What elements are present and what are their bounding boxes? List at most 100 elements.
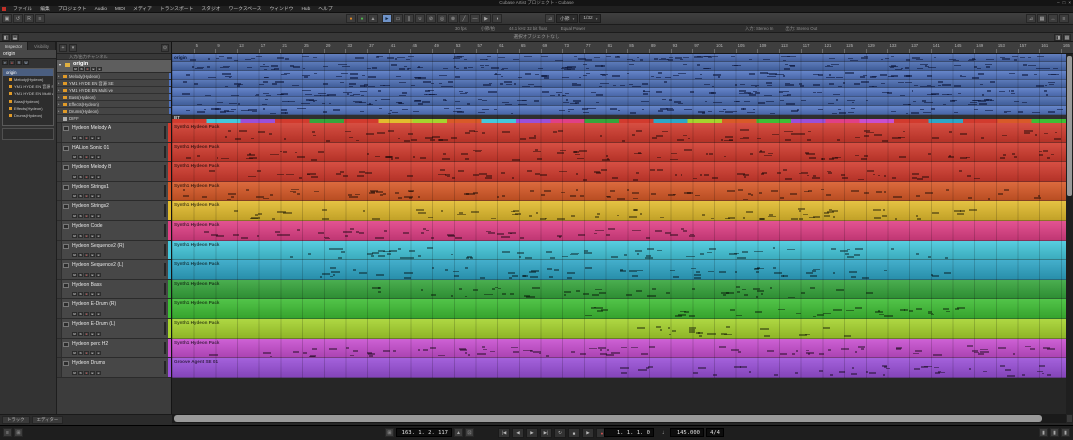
edit-channel-button[interactable]: e	[96, 371, 101, 375]
lower-zone-tab-0[interactable]: トラック	[2, 416, 30, 424]
track-drag-handle[interactable]	[57, 339, 62, 358]
snap-toggle-icon[interactable]: ⊿	[1026, 14, 1036, 23]
audio-activity-indicator[interactable]: ▮	[1061, 428, 1070, 437]
search-icon[interactable]: ⊙	[161, 44, 169, 52]
edit-channel-button[interactable]: e	[96, 155, 101, 159]
midi-clip-3[interactable]: Synth1 Hydeon Pack	[172, 162, 1066, 182]
quantize-dropdown[interactable]: 1/32▾	[579, 14, 601, 23]
menu-item-2[interactable]: プロジェクト	[54, 6, 91, 13]
track-drag-handle[interactable]	[57, 280, 62, 299]
mute-button[interactable]: M	[72, 234, 77, 238]
solo-button[interactable]: S	[78, 194, 83, 198]
record-enable-button[interactable]: ●	[84, 312, 89, 316]
edit-channel-button[interactable]: e	[96, 332, 101, 336]
expand-icon[interactable]: ▸	[58, 81, 60, 85]
midi-clip-13[interactable]: Groove Agent SE 01	[172, 358, 1066, 378]
solo-button[interactable]: S	[78, 214, 83, 218]
menu-item-0[interactable]: ファイル	[9, 6, 36, 13]
solo-button[interactable]: S	[78, 175, 83, 179]
mute-button[interactable]: M	[72, 175, 77, 179]
mute-button[interactable]: M	[72, 312, 77, 316]
record-enable-button[interactable]: ●	[84, 234, 89, 238]
punch-icon[interactable]: ⊞	[385, 428, 394, 437]
midi-out-indicator[interactable]: ▮	[1050, 428, 1059, 437]
tree-item-1[interactable]: YM1 HYDE EN 音源 SE	[3, 83, 53, 90]
menu-item-3[interactable]: Audio	[91, 6, 111, 13]
midi-clip-7[interactable]: Synth1 Hydeon Pack	[172, 241, 1066, 261]
record-enable-button[interactable]: ●	[84, 155, 89, 159]
write-automation-icon[interactable]: W	[23, 60, 29, 65]
monitor-button[interactable]: ▸	[90, 332, 95, 336]
record-enable-button[interactable]: ●	[84, 253, 89, 257]
record-enable-button[interactable]: ●	[84, 332, 89, 336]
monitor-button[interactable]: ▸	[90, 175, 95, 179]
cycle-button[interactable]: ↻	[554, 428, 566, 438]
menu-item-4[interactable]: MIDI	[111, 6, 129, 13]
solo-button[interactable]: S	[78, 371, 83, 375]
tab-inspector[interactable]: Inspector	[0, 42, 28, 50]
mute-button[interactable]: M	[72, 351, 77, 355]
mute-button[interactable]: M	[72, 273, 77, 277]
track-drag-handle[interactable]	[57, 201, 62, 220]
monitor-button[interactable]: ▸	[90, 234, 95, 238]
inspector-track-header[interactable]: origin	[0, 50, 56, 59]
erase-tool[interactable]: ⊘	[426, 14, 436, 23]
tree-item-0[interactable]: Melody(Hydeon)	[3, 76, 53, 83]
midi-clip-11[interactable]: Synth1 Hydeon Pack	[172, 319, 1066, 339]
line-tool[interactable]: ―	[470, 14, 480, 23]
snap-icon[interactable]: ⊿	[545, 14, 555, 23]
midi-clip-1[interactable]: Synth1 Hydeon Pack	[172, 123, 1066, 143]
record-mode-icon[interactable]: ●	[346, 14, 356, 23]
monitor-button[interactable]: ▸	[90, 351, 95, 355]
tree-item-5[interactable]: Drums(Hydeon)	[3, 112, 53, 119]
midi-clip-5[interactable]: Synth1 Hydeon Pack	[172, 201, 1066, 221]
solo-button[interactable]: S	[78, 292, 83, 296]
metronome-icon[interactable]: ▲	[368, 14, 378, 23]
menu-item-9[interactable]: ウィンドウ	[265, 6, 297, 13]
vertical-scrollbar[interactable]	[1066, 54, 1073, 414]
compact-track-row[interactable]: ▸Drums(Hydeon)	[57, 108, 171, 115]
track-row[interactable]: Hydeon perc H2MS●▸e	[57, 339, 171, 359]
vscroll-thumb[interactable]	[1067, 56, 1072, 196]
track-row[interactable]: Hydeon Melody BMS●▸e	[57, 162, 171, 182]
compact-track-row[interactable]: ▸Effects(Hydeon)	[57, 101, 171, 108]
monitor-button[interactable]: ▸	[90, 312, 95, 316]
activate-project-icon[interactable]: ▣	[2, 14, 12, 23]
folder-clip-lane[interactable]	[172, 62, 1066, 71]
monitor-button[interactable]: ▸	[90, 371, 95, 375]
zoom-controls[interactable]	[1066, 414, 1073, 423]
solo-button[interactable]: S	[78, 312, 83, 316]
timeline-ruler[interactable]: 5913172125293337414549535761656973778185…	[172, 42, 1073, 54]
record-enable-button[interactable]: ●	[84, 371, 89, 375]
folder-clip-lane[interactable]	[172, 71, 1066, 80]
read-automation-icon[interactable]: R	[16, 60, 22, 65]
solo-button[interactable]: S	[78, 273, 83, 277]
metronome-click-icon[interactable]: ▲	[454, 428, 463, 437]
compact-track-row[interactable]: ▸YM1 HYDE EN 音源 SE	[57, 80, 171, 87]
position-display[interactable]: 1. 1. 1. 0	[604, 428, 654, 437]
track-drag-handle[interactable]	[57, 123, 62, 142]
solo-button[interactable]: S	[78, 351, 83, 355]
forward-button[interactable]: ▶	[526, 428, 538, 438]
edit-channel-button[interactable]: e	[96, 234, 101, 238]
setup-icon[interactable]: ≡	[35, 14, 45, 23]
add-track-icon[interactable]: +	[59, 44, 67, 52]
right-zone-toggle-icon[interactable]: ◨	[1054, 34, 1062, 41]
expand-icon[interactable]: ▸	[58, 88, 60, 92]
midi-in-indicator[interactable]: ▮	[1039, 428, 1048, 437]
glue-tool[interactable]: ∪	[415, 14, 425, 23]
record-enable-icon[interactable]: ●	[9, 60, 15, 65]
menu-item-10[interactable]: Hub	[297, 6, 314, 13]
monitor-button[interactable]: ▸	[90, 292, 95, 296]
rewind-button[interactable]: ◀	[512, 428, 524, 438]
folder-clip-lane[interactable]	[172, 88, 1066, 97]
monitor-button[interactable]: ▸	[90, 155, 95, 159]
snap-mode-dropdown[interactable]: 小節▾	[556, 14, 578, 23]
solo-button[interactable]: S	[78, 234, 83, 238]
menu-item-6[interactable]: トランスポート	[156, 6, 197, 13]
to-start-button[interactable]: |◀	[498, 428, 510, 438]
midi-clip-9[interactable]: Synth1 Hydeon Pack	[172, 280, 1066, 300]
mute-button[interactable]: M	[73, 67, 78, 71]
compact-track-row[interactable]: ▸Bass(Hydeon)	[57, 94, 171, 101]
tree-item-4[interactable]: Effects(Hydeon)	[3, 105, 53, 112]
